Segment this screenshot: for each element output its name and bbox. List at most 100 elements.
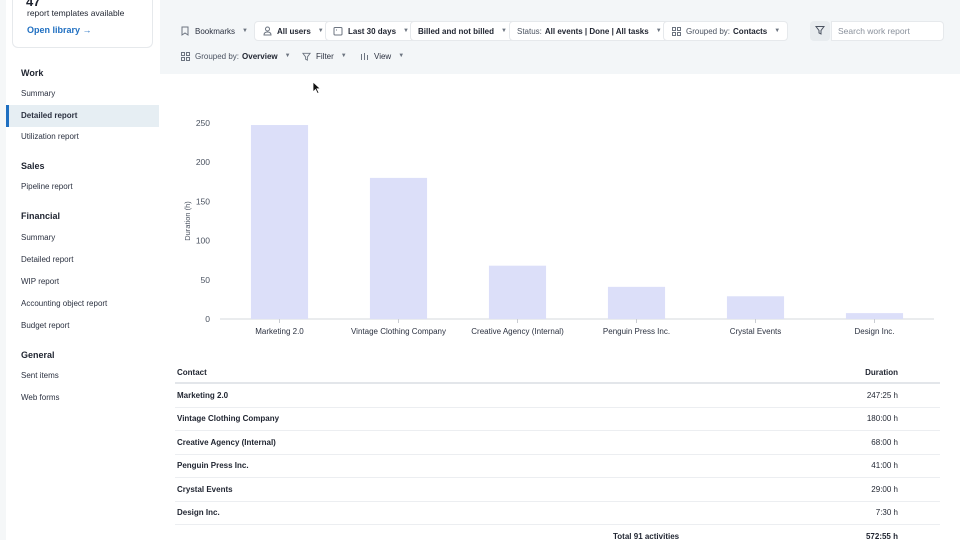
grouped-by-value: Contacts	[733, 26, 768, 36]
calendar-icon	[333, 26, 343, 36]
header-duration[interactable]: Duration	[820, 368, 940, 377]
table-row[interactable]: Penguin Press Inc. 41:00 h	[175, 455, 940, 478]
x-tick-label: Vintage Clothing Company	[351, 327, 446, 336]
table-row[interactable]: Crystal Events 29:00 h	[175, 478, 940, 502]
nav-item-accounting-object-report[interactable]: Accounting object report	[6, 293, 159, 315]
status-label: Status:	[517, 26, 542, 36]
period-dropdown[interactable]: Last 30 days ▼	[325, 21, 417, 41]
status-value: All events | Done | All tasks	[544, 26, 649, 36]
cell-contact: Creative Agency (Internal)	[177, 437, 276, 447]
chevron-down-icon: ▼	[774, 28, 781, 34]
table-row[interactable]: Design Inc. 7:30 h	[175, 502, 940, 525]
open-library-link[interactable]: Open library →	[27, 25, 92, 35]
users-dropdown[interactable]: All users ▼	[254, 21, 332, 41]
chevron-down-icon: ▼	[403, 28, 409, 34]
search-input[interactable]	[831, 21, 944, 41]
view-label: View	[374, 51, 392, 61]
mouse-cursor-icon	[312, 81, 322, 95]
nav-section-financial: Financial	[21, 211, 61, 221]
x-tick-label: Creative Agency (Internal)	[471, 327, 564, 336]
cell-contact: Penguin Press Inc.	[177, 461, 249, 471]
cell-duration: 68:00 h	[871, 437, 898, 447]
cell-duration: 29:00 h	[871, 484, 898, 494]
group-icon	[671, 26, 681, 36]
users-label: All users	[277, 26, 311, 36]
y-tick-label: 150	[196, 196, 210, 206]
filter-toggle-button[interactable]	[810, 21, 830, 41]
y-tick-label: 200	[196, 157, 210, 167]
x-tick-label: Marketing 2.0	[255, 327, 304, 336]
grouped-by-label: Grouped by:	[195, 51, 240, 61]
bar	[726, 296, 785, 319]
chevron-down-icon: ▼	[242, 28, 248, 34]
cell-duration: 41:00 h	[871, 461, 898, 471]
duration-bar-chart: 0 50 100 150 200 250 Duration (h) Marketing 2.0…	[160, 74, 960, 354]
nav-section-work: Work	[21, 68, 44, 78]
chevron-down-icon: ▼	[284, 53, 291, 59]
nav-item-work-detailed-report[interactable]: Detailed report	[6, 105, 159, 127]
table-row[interactable]: Marketing 2.0 247:25 h	[175, 384, 940, 408]
grouped-by-contacts-dropdown[interactable]: Grouped by: Contacts ▼	[663, 21, 789, 41]
nav-item-sent-items[interactable]: Sent items	[6, 365, 159, 387]
view-dropdown[interactable]: View ▼	[351, 46, 412, 66]
chevron-down-icon: ▼	[317, 28, 324, 34]
status-dropdown[interactable]: Status: All events | Done | All tasks ▼	[509, 21, 670, 41]
nav-item-financial-detailed-report[interactable]: Detailed report	[6, 249, 159, 271]
grouped-by-value: Overview	[242, 51, 278, 61]
grouped-by-label: Grouped by:	[686, 26, 731, 36]
chevron-down-icon: ▼	[340, 53, 347, 59]
y-axis-label: Duration (h)	[183, 201, 192, 241]
y-tick-label: 0	[205, 314, 210, 324]
total-value: 572:55 h	[865, 531, 898, 540]
chart-svg: 0 50 100 150 200 250 Duration (h) Marketing 2.0…	[183, 118, 934, 336]
cell-contact: Marketing 2.0	[177, 390, 229, 400]
contacts-duration-table: Contact Duration Marketing 2.0 247:25 h …	[175, 362, 940, 540]
bar	[369, 177, 428, 319]
y-tick-label: 100	[196, 236, 210, 246]
period-label: Last 30 days	[348, 26, 397, 36]
table-total-row: Total 91 activities 572:55 h	[175, 525, 940, 540]
x-tick-label: Design Inc.	[854, 327, 894, 336]
grouped-by-overview-dropdown[interactable]: Grouped by: Overview ▼	[172, 46, 299, 66]
sidebar: 47 report templates available Open libra…	[0, 0, 159, 540]
bookmarks-dropdown[interactable]: Bookmarks ▼	[172, 21, 256, 41]
x-tick-label: Penguin Press Inc.	[603, 327, 670, 336]
billing-label: Billed and not billed	[418, 26, 494, 36]
chevron-down-icon: ▼	[501, 28, 507, 34]
nav-item-work-summary[interactable]: Summary	[6, 83, 159, 105]
header-contact[interactable]: Contact	[175, 368, 820, 377]
billing-dropdown[interactable]: Billed and not billed ▼	[410, 21, 515, 41]
user-icon	[262, 26, 272, 36]
total-label: Total 91 activities	[613, 531, 680, 540]
cell-contact: Crystal Events	[177, 484, 233, 494]
group-icon	[180, 51, 190, 61]
nav-item-web-forms[interactable]: Web forms	[6, 387, 159, 409]
nav-item-wip-report[interactable]: WIP report	[6, 271, 159, 293]
filter-dropdown[interactable]: Filter ▼	[293, 46, 355, 66]
nav-item-budget-report[interactable]: Budget report	[6, 315, 159, 337]
bar	[250, 125, 309, 319]
nav-item-financial-summary[interactable]: Summary	[6, 227, 159, 249]
cell-duration: 7:30 h	[875, 508, 898, 518]
bar	[845, 313, 904, 319]
bar	[488, 265, 547, 319]
table-row[interactable]: Vintage Clothing Company 180:00 h	[175, 408, 940, 431]
nav-item-pipeline-report[interactable]: Pipeline report	[6, 176, 159, 198]
bar	[607, 286, 666, 319]
table-row[interactable]: Creative Agency (Internal) 68:00 h	[175, 431, 940, 455]
x-tick-label: Crystal Events	[730, 327, 782, 336]
y-tick-label: 250	[196, 118, 210, 128]
templates-description: report templates available	[27, 8, 125, 18]
templates-promo: 47 report templates available Open libra…	[12, 0, 153, 48]
funnel-icon	[815, 25, 825, 37]
table-header: Contact Duration	[175, 362, 940, 384]
nav-section-sales: Sales	[21, 161, 45, 171]
cell-contact: Vintage Clothing Company	[177, 414, 280, 424]
cell-duration: 247:25 h	[866, 390, 898, 400]
chevron-down-icon: ▼	[655, 28, 662, 34]
nav-item-utilization-report[interactable]: Utilization report	[6, 126, 159, 148]
filter-label: Filter	[316, 51, 334, 61]
y-tick-label: 50	[201, 275, 211, 285]
bookmarks-label: Bookmarks	[195, 26, 236, 36]
cell-duration: 180:00 h	[866, 414, 898, 424]
